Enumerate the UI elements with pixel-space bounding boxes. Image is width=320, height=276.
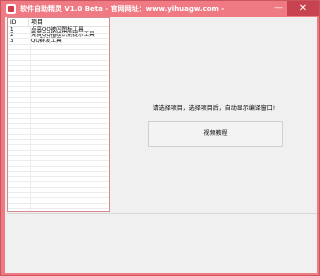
list-gridline bbox=[8, 54, 109, 56]
list-gridline bbox=[8, 144, 109, 146]
project-list[interactable]: ID 项目 1 点亮QQ被闪图标工具 2 免费QQ指纹识别提示工具 3 QQ群发… bbox=[7, 17, 110, 212]
list-gridline bbox=[8, 91, 109, 93]
list-gridline bbox=[8, 149, 109, 151]
list-gridline bbox=[8, 33, 109, 34]
column-header-name[interactable]: 项目 bbox=[30, 18, 109, 27]
list-gridline bbox=[8, 170, 109, 172]
column-header-id[interactable]: ID bbox=[9, 18, 29, 27]
list-gridline bbox=[8, 48, 109, 50]
list-gridline bbox=[8, 165, 109, 167]
list-gridline bbox=[8, 80, 109, 82]
list-rows: 1 点亮QQ被闪图标工具 2 免费QQ指纹识别提示工具 3 QQ群发工具 bbox=[8, 27, 109, 44]
list-gridline bbox=[8, 112, 109, 114]
minimize-button[interactable]: — bbox=[270, 1, 287, 16]
list-gridline bbox=[8, 128, 109, 130]
list-gridline bbox=[8, 139, 109, 140]
editor-panel bbox=[7, 213, 317, 271]
list-gridline bbox=[8, 197, 109, 199]
title-bar[interactable]: 软件自助精灵 V1.0 Beta - 官网网址：www.yihuagw.com … bbox=[1, 1, 320, 17]
list-gridline bbox=[8, 192, 109, 193]
list-gridline bbox=[8, 86, 109, 87]
list-gridline bbox=[8, 160, 109, 162]
close-button[interactable]: ✕ bbox=[287, 1, 319, 16]
list-gridline bbox=[8, 107, 109, 109]
list-gridline bbox=[8, 123, 109, 125]
client-area: ID 项目 1 点亮QQ被闪图标工具 2 免费QQ指纹识别提示工具 3 QQ群发… bbox=[5, 17, 317, 273]
list-gridline bbox=[8, 181, 109, 183]
instruction-text: 请选择项目，选择项目后，自动显示编译窗口! bbox=[152, 105, 276, 112]
list-gridline bbox=[8, 59, 109, 61]
list-gridline bbox=[8, 202, 109, 204]
list-gridline bbox=[8, 186, 109, 188]
list-gridline bbox=[8, 207, 109, 209]
list-gridline bbox=[8, 38, 109, 40]
list-gridline bbox=[8, 96, 109, 98]
list-gridline bbox=[8, 133, 109, 135]
list-gridline bbox=[8, 75, 109, 77]
list-gridline bbox=[8, 176, 109, 178]
video-tutorial-button[interactable]: 视频教程 bbox=[148, 121, 283, 147]
list-gridline bbox=[8, 154, 109, 156]
list-gridline bbox=[8, 101, 109, 103]
list-gridline bbox=[8, 117, 109, 119]
list-header: ID 项目 bbox=[8, 18, 109, 27]
list-gridline bbox=[8, 70, 109, 72]
app-icon bbox=[6, 4, 16, 14]
window-title: 软件自助精灵 V1.0 Beta - 官网网址：www.yihuagw.com … bbox=[20, 5, 225, 13]
list-gridline bbox=[8, 64, 109, 66]
main-window: 软件自助精灵 V1.0 Beta - 官网网址：www.yihuagw.com … bbox=[0, 0, 320, 276]
list-gridline bbox=[8, 43, 109, 45]
